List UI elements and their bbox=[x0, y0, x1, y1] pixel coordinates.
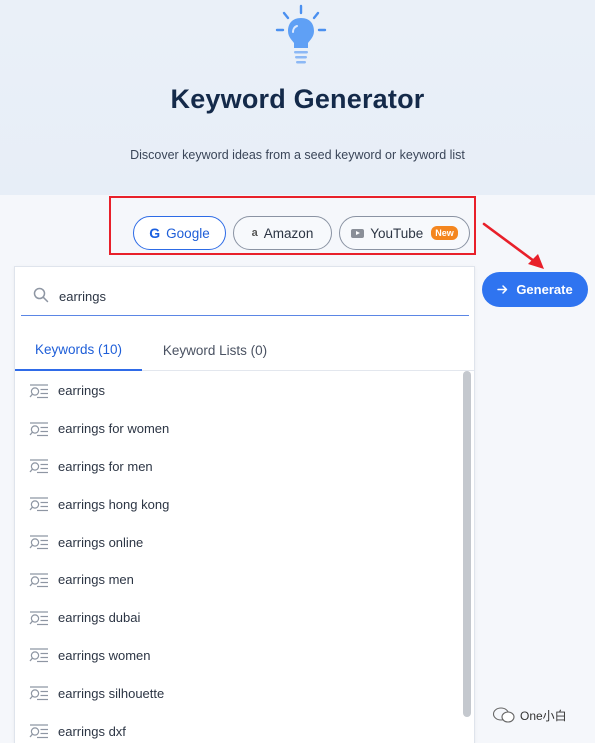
watermark-text: One小白 bbox=[520, 708, 567, 723]
search-input[interactable] bbox=[59, 285, 459, 307]
keyword-text: earrings for women bbox=[58, 421, 170, 437]
list-item[interactable]: earrings women bbox=[15, 637, 463, 675]
keyword-search-icon bbox=[29, 686, 48, 701]
keyword-search-icon bbox=[29, 648, 48, 663]
source-youtube-button[interactable]: YouTube New bbox=[339, 216, 470, 250]
source-amazon-button[interactable]: a Amazon bbox=[233, 216, 332, 250]
keyword-search-icon bbox=[29, 384, 48, 398]
keyword-panel: Keywords (10) Keyword Lists (0) earrings… bbox=[14, 266, 475, 743]
source-label: Amazon bbox=[263, 225, 314, 241]
list-item[interactable]: earrings online bbox=[15, 523, 463, 561]
google-g-icon: G bbox=[149, 225, 161, 241]
keyword-text: earrings hong kong bbox=[58, 496, 170, 512]
list-item[interactable]: earrings bbox=[15, 372, 463, 410]
keyword-search-icon bbox=[29, 459, 48, 474]
new-badge: New bbox=[431, 226, 458, 240]
generate-button[interactable]: Generate bbox=[482, 272, 588, 307]
keyword-search-icon bbox=[29, 724, 48, 739]
page-subtitle: Discover keyword ideas from a seed keywo… bbox=[130, 148, 465, 162]
keyword-text: earrings men bbox=[58, 572, 134, 588]
hero-banner: Keyword Generator Discover keyword ideas… bbox=[0, 0, 595, 195]
keyword-text: earrings for men bbox=[58, 458, 153, 474]
list-item[interactable]: earrings dubai bbox=[15, 599, 463, 637]
list-item[interactable]: earrings hong kong bbox=[15, 485, 463, 523]
scrollbar[interactable] bbox=[463, 371, 471, 717]
keyword-text: earrings dubai bbox=[58, 610, 141, 626]
lightbulb-icon bbox=[275, 4, 327, 64]
list-item[interactable]: earrings silhouette bbox=[15, 674, 463, 712]
tab-keyword-lists[interactable]: Keyword Lists (0) bbox=[142, 329, 288, 371]
list-item[interactable]: earrings for women bbox=[15, 410, 463, 448]
keyword-text: earrings online bbox=[58, 534, 144, 550]
keyword-search-icon bbox=[29, 611, 48, 625]
keyword-text: earrings silhouette bbox=[58, 685, 165, 701]
youtube-icon bbox=[351, 228, 365, 238]
keyword-search-icon bbox=[29, 422, 48, 436]
watermark: One小白 bbox=[492, 706, 567, 724]
page-title: Keyword Generator bbox=[170, 84, 425, 114]
keyword-list: earrings earrings for women earrings for… bbox=[15, 372, 463, 743]
tab-bar: Keywords (10) Keyword Lists (0) bbox=[15, 329, 474, 371]
search-bar bbox=[21, 275, 469, 316]
annotation-arrow-icon bbox=[482, 222, 544, 269]
list-item[interactable]: earrings men bbox=[15, 561, 463, 599]
source-label: YouTube bbox=[370, 225, 424, 241]
arrow-right-icon bbox=[497, 285, 508, 294]
keyword-text: earrings dxf bbox=[58, 723, 126, 739]
keyword-search-icon bbox=[29, 497, 48, 512]
list-item[interactable]: earrings dxf bbox=[15, 712, 463, 743]
tab-keywords[interactable]: Keywords (10) bbox=[15, 329, 142, 371]
search-icon bbox=[33, 287, 49, 303]
generate-label: Generate bbox=[516, 282, 573, 297]
source-label: Google bbox=[166, 225, 210, 241]
keyword-text: earrings bbox=[58, 383, 105, 399]
chat-bubble-icon bbox=[492, 707, 515, 723]
keyword-text: earrings women bbox=[58, 647, 151, 663]
keyword-search-icon bbox=[29, 535, 48, 550]
source-google-button[interactable]: G Google bbox=[133, 216, 226, 250]
list-item[interactable]: earrings for men bbox=[15, 448, 463, 486]
amazon-a-icon: a bbox=[251, 227, 258, 239]
keyword-search-icon bbox=[29, 573, 48, 587]
